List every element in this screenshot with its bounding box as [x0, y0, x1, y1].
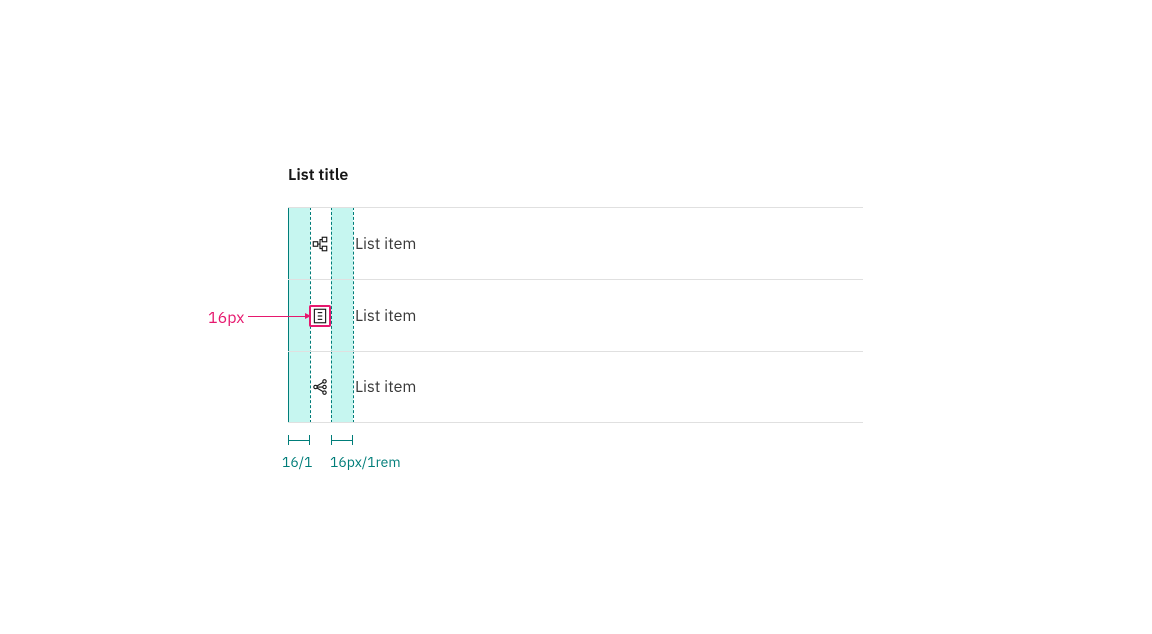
- list-item-label: List item: [355, 306, 416, 326]
- parent-child-icon: [310, 234, 330, 254]
- list: List item List item: [288, 207, 863, 423]
- measure-label-left: 16/1: [282, 453, 313, 471]
- list-wrapper: 16px List item: [288, 207, 863, 423]
- measure-label-right: 16px/1rem: [330, 453, 401, 471]
- data-connected-icon: [310, 377, 330, 397]
- icon-highlight-box: [309, 305, 331, 327]
- icon-size-annotation: 16px: [208, 308, 244, 328]
- list-item-label: List item: [355, 377, 416, 397]
- measure-bar: [331, 435, 353, 445]
- list-item-label: List item: [355, 234, 416, 254]
- list-item[interactable]: List item: [288, 207, 863, 279]
- list-item[interactable]: List item: [288, 351, 863, 423]
- spec-diagram: List title 16px List item: [288, 165, 863, 423]
- measure-bar: [288, 435, 310, 445]
- list-item[interactable]: List item: [288, 279, 863, 351]
- list-title: List title: [288, 165, 863, 185]
- annotation-pointer: [248, 316, 310, 317]
